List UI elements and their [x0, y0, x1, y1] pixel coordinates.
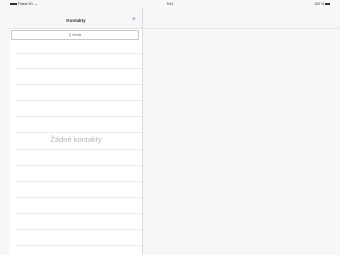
list-divider — [16, 100, 142, 101]
list-divider — [16, 53, 142, 54]
page-title: Kontakty — [66, 18, 86, 23]
list-divider — [16, 116, 142, 117]
list-divider — [16, 245, 142, 246]
status-bar-right: 100 % — [314, 2, 330, 6]
list-divider — [16, 68, 142, 69]
status-bar: Fldeta 3G — 9:41 100 % — [0, 0, 340, 8]
detail-pane — [143, 8, 340, 255]
list-divider — [16, 132, 142, 133]
empty-state-message: Žádné kontakty — [50, 135, 102, 144]
contacts-master-pane: Kontakty + Žádné kontakty — [10, 8, 143, 255]
status-time: 9:41 — [166, 2, 174, 6]
battery-icon — [325, 3, 330, 6]
plus-icon: + — [131, 16, 136, 23]
battery-percentage: 100 % — [314, 2, 324, 6]
search-input[interactable] — [12, 31, 138, 39]
add-contact-button[interactable]: + — [132, 16, 136, 23]
list-divider — [16, 165, 142, 166]
detail-navigation-bar — [143, 8, 340, 29]
list-divider — [16, 181, 142, 182]
list-divider — [16, 197, 142, 198]
list-divider — [16, 84, 142, 85]
list-divider — [16, 149, 142, 150]
list-divider — [16, 213, 142, 214]
contacts-navigation-bar: Kontakty + — [10, 8, 142, 29]
search-bar — [11, 30, 139, 40]
list-divider — [16, 229, 142, 230]
